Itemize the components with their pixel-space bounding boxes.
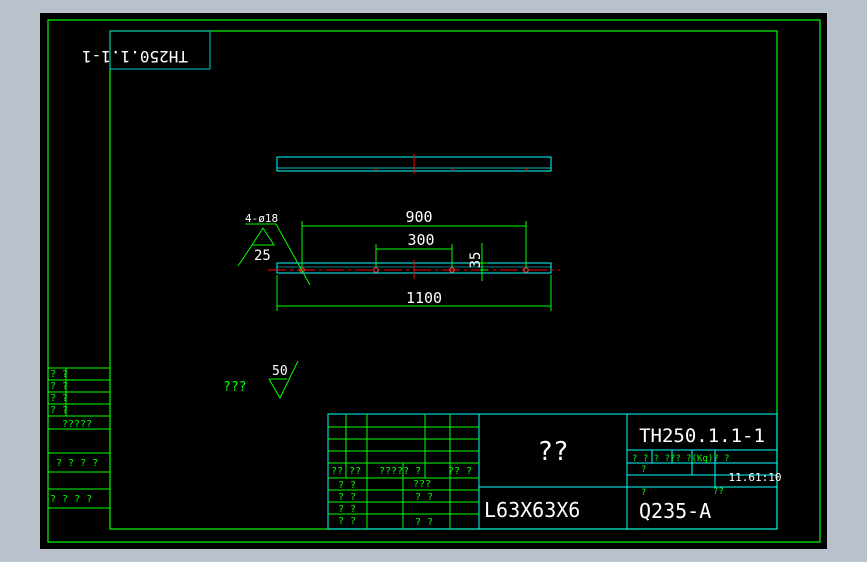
revision-cell: ? ? [415, 517, 433, 528]
side-table-cell: ? ? ? ? [56, 458, 98, 469]
drawing-number: TH250.1.1-1 [639, 425, 765, 447]
side-table-cell: ? ? [50, 393, 68, 404]
dim-300-label: 300 [407, 231, 434, 249]
material: Q235-A [639, 499, 711, 523]
revision-cell: ? ? [338, 516, 356, 527]
side-table-cell: ? ? [50, 381, 68, 392]
weight-scale: 11.61:10 [729, 471, 782, 484]
dim-1100-label: 1100 [406, 289, 442, 307]
side-table-cell: ? ? [50, 405, 68, 416]
top-view [276, 154, 552, 174]
revision-header-cell: ?? ?? [331, 466, 361, 477]
front-view [268, 260, 560, 279]
weight-header: ? ? ? ??? ?(Kg)? ? [632, 454, 730, 464]
finish-note-text: ??? [223, 380, 246, 395]
revision-cell: ? ? [415, 492, 433, 503]
revision-cell: ??? [413, 479, 431, 490]
hole-callout-leader [237, 223, 311, 286]
hole-callout-label: 4-ø18 [245, 212, 278, 225]
dim-900-label: 900 [405, 208, 432, 226]
roughness-50-label: 50 [272, 364, 288, 379]
corner-drawing-number: TH250.1.1-1 [82, 47, 188, 66]
weight-sub-cell: ? [641, 465, 646, 475]
revision-cell: ? ? [338, 492, 356, 503]
dim-35-label: 35 [468, 252, 484, 269]
revision-cell: ? ? [338, 504, 356, 515]
weight-sub-cell: ? [641, 488, 646, 498]
weight-sub-cell: ?? [713, 487, 724, 497]
section-size: L63X63X6 [484, 498, 580, 522]
revision-header-cell: ????? ? [379, 466, 421, 477]
side-table-cell: ????? [62, 419, 92, 430]
revision-header-cell: ?? ? [448, 466, 472, 477]
side-table-cell: ? ? ? ? [50, 494, 92, 505]
side-table-cell: ? ? [50, 369, 68, 380]
cad-drawing-canvas[interactable]: TH250.1.1-1 900 300 35 1100 4-ø18 25 ???… [40, 13, 827, 549]
revision-cell: ? ? [338, 480, 356, 491]
part-name: ?? [537, 437, 568, 467]
roughness-25-label: 25 [254, 248, 271, 264]
drawing-sheet: TH250.1.1-1 900 300 35 1100 4-ø18 25 ???… [47, 19, 821, 543]
